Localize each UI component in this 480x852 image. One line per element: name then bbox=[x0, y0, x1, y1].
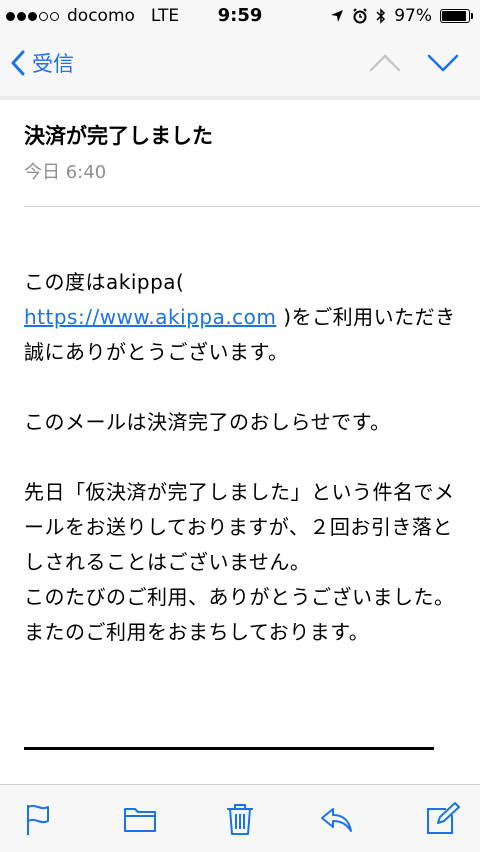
bluetooth-icon bbox=[376, 8, 386, 24]
navigation-bar: 受信 bbox=[0, 34, 480, 96]
previous-message-button[interactable] bbox=[368, 48, 402, 78]
akippa-link[interactable]: https://www.akippa.com bbox=[24, 305, 276, 329]
body-paragraph: このたびのご利用、ありがとうございました。またのご利用をおまちしております。 bbox=[24, 585, 455, 644]
body-paragraph: このメールは決済完了のおしらせです。 bbox=[24, 410, 391, 434]
body-paragraph: この度はakippa(https://www.akippa.com )をご利用い… bbox=[24, 265, 464, 370]
battery-icon bbox=[440, 9, 473, 23]
flag-icon[interactable] bbox=[20, 801, 56, 837]
message-date: 今日 6:40 bbox=[24, 162, 107, 183]
chevron-left-icon bbox=[11, 50, 25, 76]
trash-icon[interactable] bbox=[222, 801, 258, 837]
status-right: 97% bbox=[330, 6, 473, 26]
message-body: この度はakippa(https://www.akippa.com )をご利用い… bbox=[24, 265, 464, 650]
bottom-toolbar bbox=[0, 784, 480, 852]
next-message-button[interactable] bbox=[426, 48, 460, 78]
body-paragraph: 先日「仮決済が完了しました」という件名でメールをお送りしておりますが、２回お引き… bbox=[24, 480, 455, 574]
compose-icon[interactable] bbox=[424, 801, 460, 837]
message-navigation bbox=[368, 48, 460, 78]
message-subject: 決済が完了しました bbox=[24, 124, 213, 148]
reply-icon[interactable] bbox=[318, 801, 354, 837]
status-bar: docomo LTE 9:59 97% bbox=[0, 0, 480, 34]
back-button-label: 受信 bbox=[32, 52, 74, 76]
battery-percent: 97% bbox=[394, 6, 432, 26]
folder-icon[interactable] bbox=[122, 801, 158, 837]
location-arrow-icon bbox=[331, 10, 344, 22]
horizontal-rule bbox=[24, 747, 434, 750]
back-button[interactable]: 受信 bbox=[10, 48, 74, 78]
message-header: 決済が完了しました 今日 6:40 bbox=[24, 120, 480, 184]
body-text: この度はakippa( bbox=[24, 270, 185, 294]
navbar-divider bbox=[0, 96, 480, 100]
header-divider bbox=[24, 206, 480, 207]
alarm-clock-icon bbox=[353, 8, 367, 24]
